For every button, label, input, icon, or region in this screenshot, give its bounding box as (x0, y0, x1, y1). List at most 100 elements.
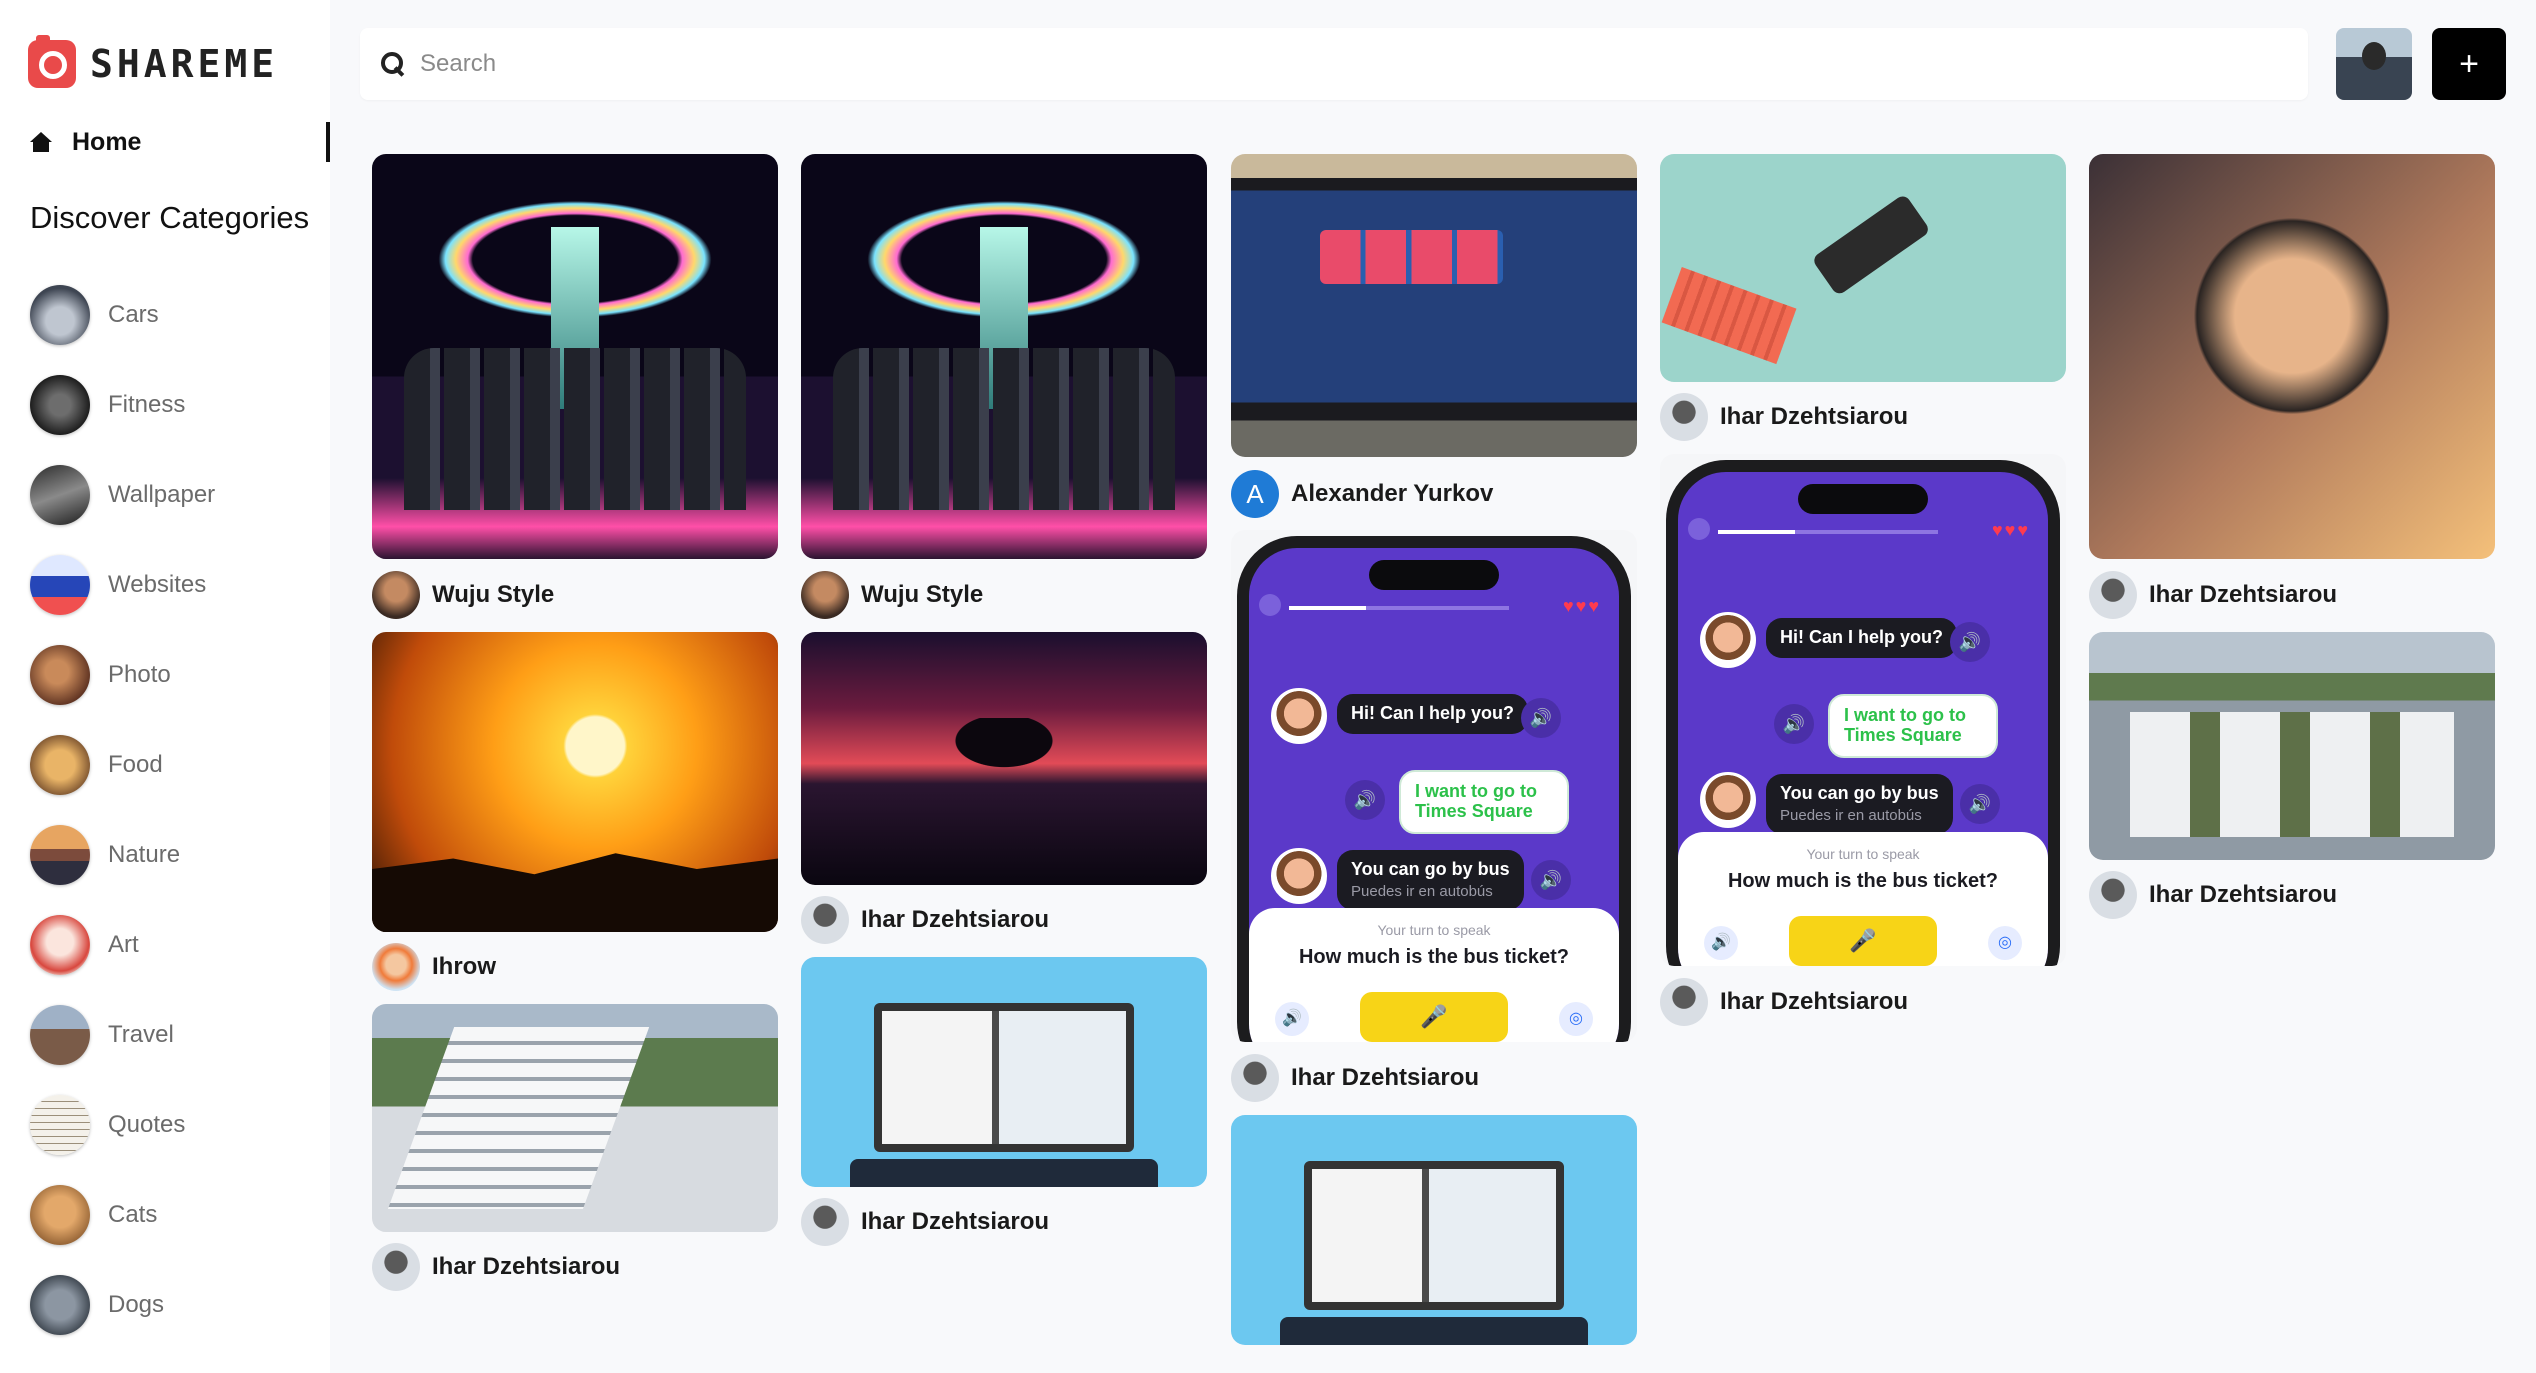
category-item-quotes[interactable]: Quotes (30, 1080, 330, 1170)
pin-image[interactable] (801, 154, 1207, 559)
author-avatar (1660, 978, 1708, 1026)
app-logo[interactable]: SHAREME (28, 35, 279, 92)
pin-author[interactable]: Ihar Dzehtsiarou (372, 1242, 620, 1292)
nav-home-label: Home (72, 127, 142, 156)
camera-logo-icon (28, 35, 76, 88)
home-icon (30, 132, 52, 152)
author-name: Wuju Style (861, 581, 984, 608)
pin-author[interactable]: Ihar Dzehtsiarou (801, 895, 1049, 945)
chat-bubble: You can go by bus Puedes ir en autobús (1337, 850, 1524, 911)
phone-screen: ♥♥♥ Hi! Can I help you? 🔊 🔊 I want to go… (1678, 472, 2048, 966)
chat-translation: Puedes ir en autobús (1351, 882, 1493, 900)
pin-author[interactable]: Ihar Dzehtsiarou (801, 1197, 1049, 1247)
pin-image[interactable] (2089, 154, 2495, 559)
pin-image[interactable] (372, 632, 778, 932)
category-item-wallpaper[interactable]: Wallpaper (30, 450, 330, 540)
category-item-nature[interactable]: Nature (30, 810, 330, 900)
slow-audio-icon: ◎ (1559, 1002, 1593, 1036)
category-item-cars[interactable]: Cars (30, 270, 330, 360)
phone-screen: ♥♥♥ Hi! Can I help you? 🔊 🔊 I want to go… (1249, 548, 1619, 1042)
pin-author[interactable]: Ihrow (372, 942, 496, 992)
microphone-icon: 🎤 (1789, 916, 1937, 966)
author-avatar (801, 571, 849, 619)
chat-bubble: I want to go to Times Square (1399, 770, 1569, 834)
speak-panel: Your turn to speak How much is the bus t… (1678, 832, 2048, 966)
category-list: Cars Fitness Wallpaper Websites Photo Fo… (30, 270, 330, 1350)
author-avatar (2089, 571, 2137, 619)
user-avatar[interactable] (2336, 28, 2412, 100)
add-pin-button[interactable]: + (2432, 28, 2506, 100)
category-item-travel[interactable]: Travel (30, 990, 330, 1080)
category-thumbnail (30, 825, 90, 885)
progress-bar (1289, 606, 1509, 610)
category-thumbnail (30, 915, 90, 975)
category-item-fitness[interactable]: Fitness (30, 360, 330, 450)
speak-question: How much is the bus ticket? (1298, 946, 1570, 968)
progress-bar (1718, 530, 1938, 534)
category-thumbnail (30, 285, 90, 345)
speaker-icon: 🔊 (1960, 784, 2000, 824)
search-bar[interactable] (360, 28, 2308, 100)
pin-image[interactable] (372, 154, 778, 559)
author-avatar (801, 1198, 849, 1246)
pin-image[interactable]: ♥♥♥ Hi! Can I help you? 🔊 🔊 I want to go… (1660, 454, 2066, 966)
category-thumbnail (30, 1185, 90, 1245)
category-thumbnail (30, 735, 90, 795)
slow-audio-icon: ◎ (1988, 926, 2022, 960)
pin-image[interactable] (1231, 1115, 1637, 1345)
tutor-avatar (1271, 688, 1327, 744)
pin-image[interactable] (372, 1004, 778, 1232)
app-name: SHAREME (90, 42, 279, 86)
microphone-icon: 🎤 (1360, 992, 1508, 1042)
author-name: Ihar Dzehtsiarou (432, 1253, 621, 1280)
pin-author[interactable]: A Alexander Yurkov (1231, 469, 1493, 519)
chat-bubble: Hi! Can I help you? (1766, 618, 1958, 658)
pin-image[interactable] (801, 957, 1207, 1187)
pin-image[interactable]: ♥♥♥ Hi! Can I help you? 🔊 🔊 I want to go… (1231, 530, 1637, 1042)
pin-image[interactable] (1660, 154, 2066, 382)
author-name: Ihar Dzehtsiarou (861, 906, 1050, 933)
category-thumbnail (30, 375, 90, 435)
pin-author[interactable]: Ihar Dzehtsiarou (1660, 392, 1908, 442)
category-item-art[interactable]: Art (30, 900, 330, 990)
category-thumbnail (30, 645, 90, 705)
author-name: Ihar Dzehtsiarou (1720, 403, 1909, 430)
tutor-avatar (1700, 612, 1756, 668)
category-label: Photo (108, 661, 171, 688)
pin-image[interactable] (1231, 154, 1637, 457)
category-item-websites[interactable]: Websites (30, 540, 330, 630)
category-label: Travel (108, 1021, 174, 1048)
category-label: Cats (108, 1201, 158, 1228)
chat-translation: Puedes ir en autobús (1780, 806, 1922, 824)
category-label: Cars (108, 301, 159, 328)
pin-author[interactable]: Ihar Dzehtsiarou (2089, 870, 2337, 920)
pin-author[interactable]: Wuju Style (372, 570, 554, 620)
pin-image[interactable] (2089, 632, 2495, 860)
nav-home[interactable]: Home (30, 122, 330, 162)
sidebar: SHAREME Home Discover Categories Cars Fi… (0, 0, 330, 1373)
pin-author[interactable]: Ihar Dzehtsiarou (1660, 977, 1908, 1027)
author-name: Wuju Style (432, 581, 555, 608)
pin-image[interactable] (801, 632, 1207, 885)
speak-prompt: Your turn to speak (1377, 922, 1491, 938)
category-item-food[interactable]: Food (30, 720, 330, 810)
discover-categories-title: Discover Categories (30, 200, 310, 235)
category-item-photo[interactable]: Photo (30, 630, 330, 720)
category-thumbnail (30, 465, 90, 525)
hearts-icon: ♥♥♥ (1562, 596, 1601, 616)
pin-author[interactable]: Ihar Dzehtsiarou (2089, 570, 2337, 620)
category-item-cats[interactable]: Cats (30, 1170, 330, 1260)
pin-author[interactable]: Ihar Dzehtsiarou (1231, 1053, 1479, 1103)
chat-bubble: You can go by bus Puedes ir en autobús (1766, 774, 1953, 835)
category-item-dogs[interactable]: Dogs (30, 1260, 330, 1350)
author-name: Ihar Dzehtsiarou (861, 1208, 1050, 1235)
pin-author[interactable]: Wuju Style (801, 570, 983, 620)
author-avatar (1231, 1054, 1279, 1102)
category-label: Food (108, 751, 163, 778)
author-name: Ihar Dzehtsiarou (2149, 881, 2338, 908)
phone-notch (1798, 484, 1928, 514)
search-input[interactable] (420, 50, 2220, 78)
pause-icon (1688, 518, 1710, 540)
speaker-icon: 🔊 (1950, 622, 1990, 662)
speaker-icon: 🔊 (1774, 704, 1814, 744)
